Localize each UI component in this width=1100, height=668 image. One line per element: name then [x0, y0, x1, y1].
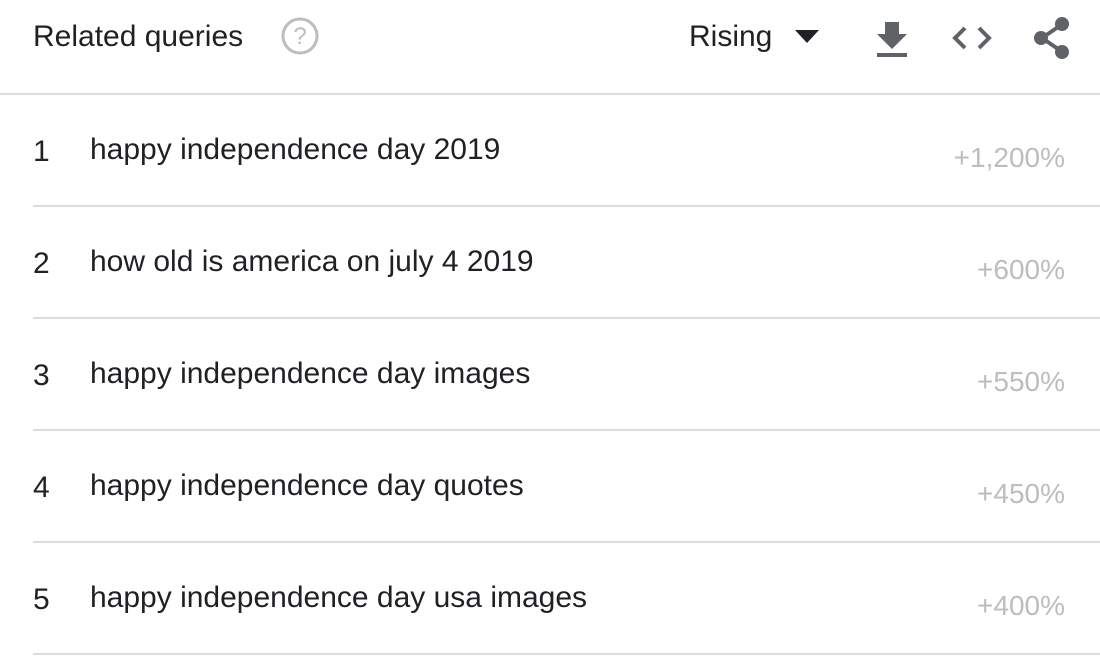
row-rising-value: +550% — [977, 366, 1065, 397]
query-row[interactable]: 1 happy independence day 2019 +1,200% — [33, 95, 1100, 207]
row-rising-value: +450% — [977, 478, 1065, 509]
query-row[interactable]: 2 how old is america on july 4 2019 +600… — [33, 207, 1100, 319]
caret-down-icon — [795, 30, 819, 43]
query-row[interactable]: 5 happy independence day usa images +400… — [33, 543, 1100, 655]
embed-code-icon[interactable] — [950, 16, 994, 60]
row-rank: 2 — [33, 247, 50, 280]
row-rank: 5 — [33, 583, 50, 616]
row-query-text[interactable]: happy independence day quotes — [90, 467, 524, 505]
related-queries-widget: Related queries ? Rising 1 happy indepen… — [0, 0, 1100, 668]
dropdown-selected-label: Rising — [689, 20, 773, 53]
row-rising-value: +400% — [977, 590, 1065, 621]
row-query-text[interactable]: happy independence day images — [90, 355, 530, 393]
row-rank: 3 — [33, 359, 50, 392]
row-query-text[interactable]: how old is america on july 4 2019 — [90, 243, 534, 281]
share-icon[interactable] — [1030, 16, 1074, 60]
help-icon[interactable]: ? — [280, 16, 320, 56]
query-row[interactable]: 4 happy independence day quotes +450% — [33, 431, 1100, 543]
row-rising-value: +1,200% — [953, 142, 1065, 173]
row-query-text[interactable]: happy independence day usa images — [90, 579, 587, 617]
widget-title: Related queries — [33, 20, 244, 53]
row-rising-value: +600% — [977, 254, 1065, 285]
svg-text:?: ? — [293, 23, 306, 50]
metric-dropdown[interactable]: Rising — [689, 14, 839, 60]
widget-header: Related queries ? Rising — [0, 0, 1100, 95]
row-query-text[interactable]: happy independence day 2019 — [90, 131, 500, 169]
row-rank: 1 — [33, 135, 50, 168]
query-row[interactable]: 3 happy independence day images +550% — [33, 319, 1100, 431]
download-icon[interactable] — [870, 16, 914, 60]
row-rank: 4 — [33, 471, 50, 504]
